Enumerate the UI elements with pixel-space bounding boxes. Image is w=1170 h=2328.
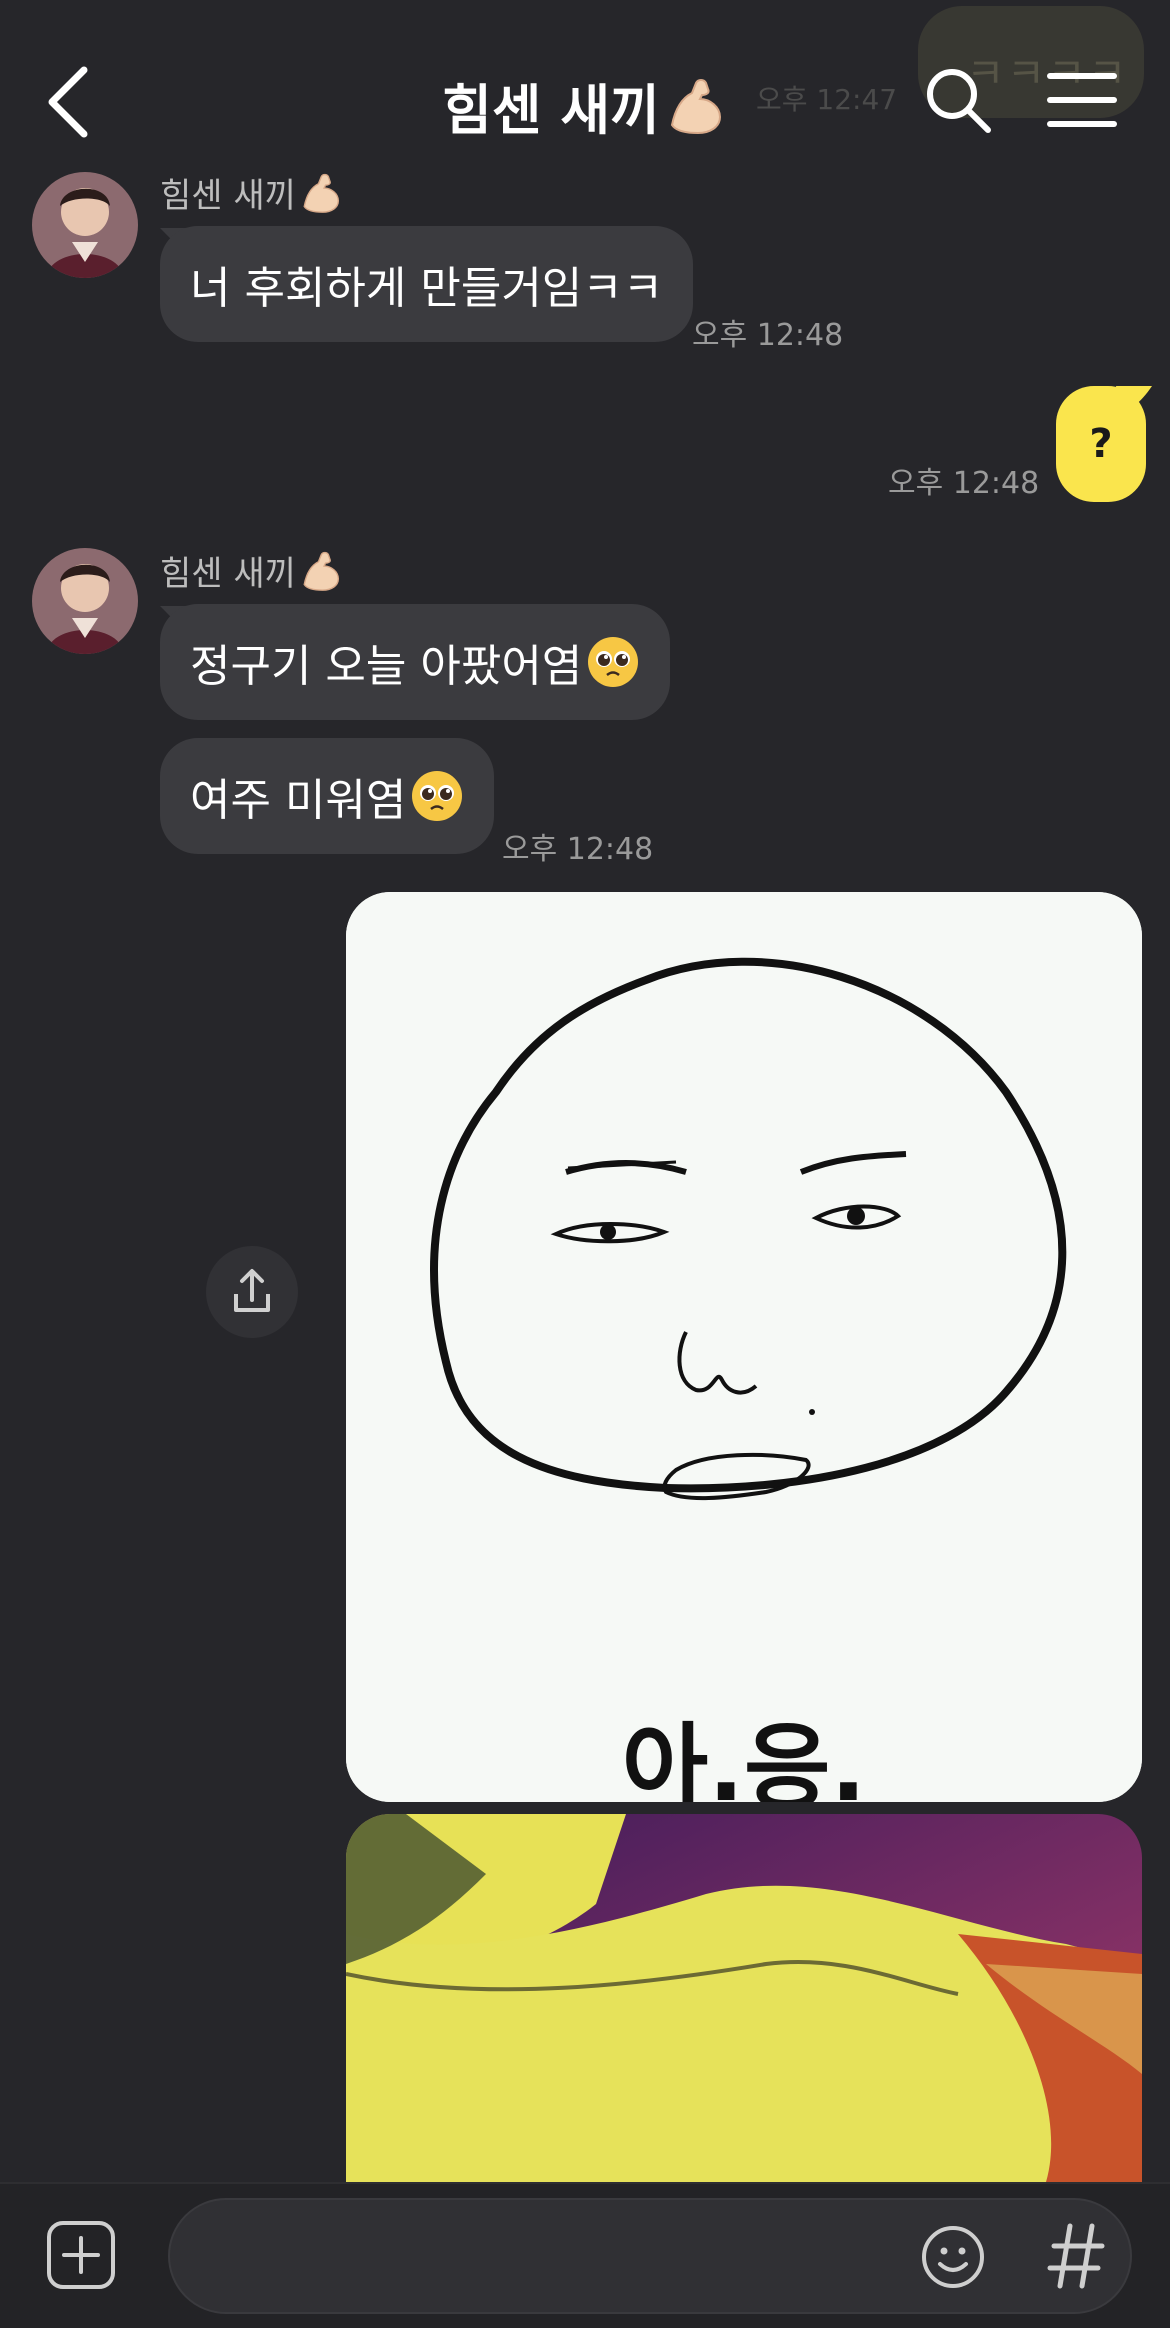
- avatar[interactable]: [32, 548, 138, 654]
- search-button[interactable]: [920, 62, 996, 138]
- image-message[interactable]: [346, 1814, 1142, 2182]
- profile-photo: [32, 548, 138, 654]
- incoming-message[interactable]: 정구기 오늘 아팠어염: [160, 604, 671, 720]
- sender-name: 힘센 새끼: [160, 546, 344, 595]
- message-composer: [0, 2182, 1170, 2328]
- pleading-face-icon: [412, 771, 463, 821]
- message-time: 오후 12:48: [888, 466, 1040, 501]
- message-text: 여주 미워염: [190, 775, 407, 826]
- share-button[interactable]: [206, 1246, 298, 1338]
- message-time: 오후 12:48: [692, 318, 844, 353]
- hamburger-menu-icon: [1047, 73, 1117, 127]
- meme-face-image: [346, 892, 1142, 1802]
- avatar[interactable]: [32, 172, 138, 278]
- message-text: 너 후회하게 만들거임ㅋㅋ: [190, 263, 664, 314]
- menu-button[interactable]: [1044, 68, 1120, 132]
- emoticon-button[interactable]: [920, 2224, 986, 2290]
- image-message[interactable]: 아.응.: [346, 892, 1142, 1802]
- smiley-icon: [922, 2226, 984, 2288]
- pleading-face-icon: [588, 637, 639, 687]
- sender-name-text: 힘센 새끼: [160, 554, 296, 594]
- share-icon: [234, 1269, 270, 1312]
- attach-button[interactable]: [46, 2220, 116, 2290]
- flexed-biceps-icon: [303, 173, 339, 213]
- pikachu-image: [346, 1814, 1142, 2182]
- message-time: 오후 12:48: [502, 832, 654, 867]
- flexed-biceps-icon: [303, 551, 339, 591]
- incoming-message[interactable]: 여주 미워염: [160, 738, 495, 854]
- plus-icon: [47, 2221, 115, 2289]
- sender-name: 힘센 새끼: [160, 168, 344, 217]
- hashtag-search-button[interactable]: [1046, 2218, 1106, 2294]
- incoming-message[interactable]: 너 후회하게 만들거임ㅋㅋ: [160, 226, 694, 342]
- chat-header: 힘센 새끼: [0, 40, 1170, 160]
- hashtag-icon: [1047, 2223, 1105, 2289]
- outgoing-message[interactable]: ?: [1056, 386, 1146, 502]
- profile-photo: [32, 172, 138, 278]
- search-icon: [927, 69, 991, 133]
- image-caption: 아.응.: [621, 1714, 867, 1802]
- flexed-biceps-icon: [670, 78, 721, 134]
- message-input[interactable]: [168, 2198, 1132, 2314]
- message-text: 정구기 오늘 아팠어염: [190, 641, 583, 692]
- sender-name-text: 힘센 새끼: [160, 176, 296, 216]
- chat-title-text: 힘센 새끼: [442, 79, 660, 142]
- message-text: ?: [1089, 421, 1113, 467]
